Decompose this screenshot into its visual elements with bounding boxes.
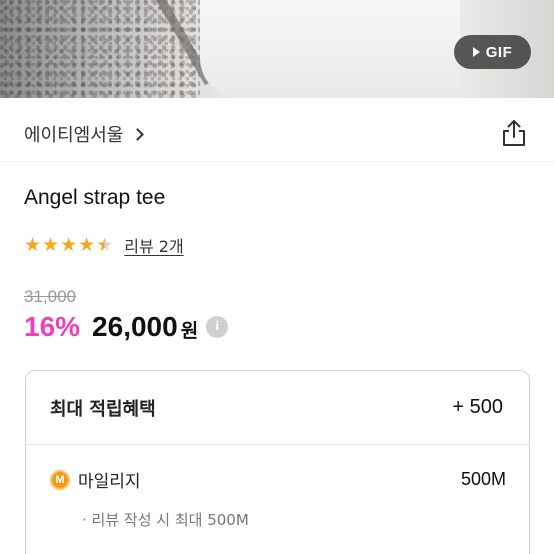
store-link[interactable]: 에이티엠서울 [24,121,145,147]
chevron-right-icon [131,127,145,141]
mileage-coin-icon: M [50,469,70,490]
gif-badge[interactable]: GIF [454,35,531,69]
mileage-row: M 마일리지 500M [50,467,506,492]
sale-price: 26,000 [92,311,178,342]
info-icon[interactable]: i [206,316,229,338]
store-row: 에이티엠서울 [0,104,554,162]
share-icon[interactable] [500,118,528,148]
currency-unit: 원 [180,319,199,342]
mileage-value: 500M [460,469,506,489]
star-icon: ★ [78,234,96,256]
play-icon [472,47,480,57]
store-name: 에이티엠서울 [24,125,124,146]
star-icon: ★ [60,234,78,256]
rating-row: ★ ★ ★ ★ ★ 리뷰 2개 [24,233,184,257]
discount-rate: 16% [24,311,81,342]
benefit-total: + 500 [452,396,503,418]
star-icon: ★ [24,234,42,256]
star-icon: ★ [42,234,60,256]
product-title: Angel strap tee [24,186,166,209]
gif-label: GIF [485,43,513,61]
product-image[interactable]: GIF [0,0,554,98]
half-star-icon: ★ [96,234,114,256]
benefit-box: 최대 적립혜택 + 500 M 마일리지 500M · 리뷰 작성 시 최대 5… [25,370,530,554]
mileage-label: 마일리지 [78,472,141,492]
mileage-note: · 리뷰 작성 시 최대 500M [82,511,249,529]
original-price: 31,000 [24,287,76,306]
benefit-header[interactable]: 최대 적립혜택 + 500 [26,371,529,445]
price-row: 16% 26,000 원 i [24,311,229,343]
benefit-title: 최대 적립혜택 [50,398,156,420]
image-garment [200,0,460,98]
review-count-link[interactable]: 리뷰 2개 [124,233,183,257]
